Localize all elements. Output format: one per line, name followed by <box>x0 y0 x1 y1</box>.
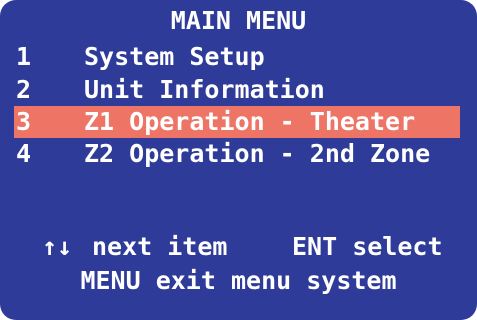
menu-item-label: System Setup <box>84 42 265 71</box>
menu-item-system-setup[interactable]: 1 System Setup <box>0 41 477 73</box>
menu-title: MAIN MENU <box>170 6 307 35</box>
menu-item-label: Z1 Operation - Theater <box>84 107 416 136</box>
osd-main-menu: MAIN MENU 1 System Setup 2 Unit Informat… <box>0 0 477 320</box>
menu-item-number: 2 <box>16 75 32 104</box>
up-down-arrows-icon: ↑↓ <box>42 232 73 261</box>
hint-menu-exit: MENU exit menu system <box>80 266 397 295</box>
menu-item-z1-operation[interactable]: 3 Z1 Operation - Theater <box>14 106 460 138</box>
menu-item-number: 4 <box>16 139 32 168</box>
menu-item-label: Z2 Operation - 2nd Zone <box>84 139 431 168</box>
hint-next-item: next item <box>92 232 228 261</box>
menu-item-number: 3 <box>16 107 32 136</box>
menu-item-label: Unit Information <box>84 75 325 104</box>
menu-item-unit-information[interactable]: 2 Unit Information <box>0 74 477 106</box>
menu-item-number: 1 <box>16 42 32 71</box>
hint-ent-select: ENT select <box>292 232 443 261</box>
menu-item-z2-operation[interactable]: 4 Z2 Operation - 2nd Zone <box>0 138 477 170</box>
